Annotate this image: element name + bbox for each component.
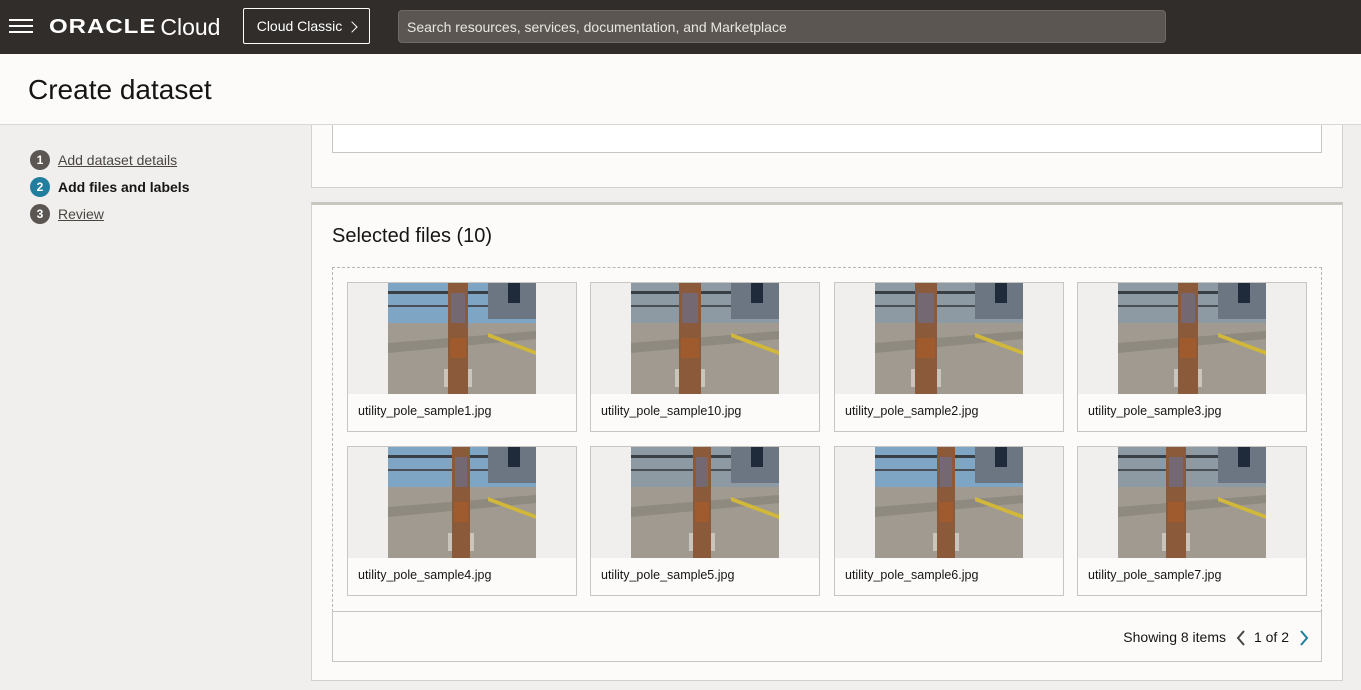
photo-graphic: [875, 283, 1023, 394]
thumbnail-image: [1118, 447, 1266, 558]
logo-cloud-text: Cloud: [160, 13, 221, 40]
page-title: Create dataset: [28, 74, 212, 105]
file-card[interactable]: utility_pole_sample3.jpg: [1077, 282, 1307, 432]
file-name: utility_pole_sample7.jpg: [1088, 568, 1222, 582]
file-card[interactable]: utility_pole_sample4.jpg: [347, 446, 577, 596]
file-card[interactable]: utility_pole_sample10.jpg: [590, 282, 820, 432]
thumbnail-frame: [591, 283, 819, 394]
file-name: utility_pole_sample4.jpg: [358, 568, 492, 582]
file-name: utility_pole_sample3.jpg: [1088, 404, 1222, 418]
thumbnail-frame: [1078, 283, 1306, 394]
step-number: 3: [30, 203, 50, 224]
thumbnail-frame: [348, 447, 576, 558]
hamburger-menu-icon[interactable]: [9, 17, 33, 35]
file-card[interactable]: utility_pole_sample1.jpg: [347, 282, 577, 432]
file-card[interactable]: utility_pole_sample2.jpg: [834, 282, 1064, 432]
items-count: Showing 8 items: [1123, 629, 1226, 645]
cloud-classic-button[interactable]: Cloud Classic: [243, 8, 370, 44]
next-page-icon[interactable]: [1299, 630, 1309, 646]
thumbnail-frame: [591, 447, 819, 558]
file-name: utility_pole_sample5.jpg: [601, 568, 735, 582]
selected-files-title: Selected files (10): [332, 225, 493, 247]
upload-area[interactable]: [332, 125, 1322, 153]
thumbnail-image: [388, 283, 536, 394]
file-grid: utility_pole_sample1.jpg utility_pole_sa…: [332, 267, 1322, 612]
wizard-steps: 1 Add dataset details 2 Add files and la…: [30, 146, 189, 227]
step-add-files-and-labels: 2 Add files and labels: [30, 173, 189, 200]
upload-panel: [311, 125, 1343, 188]
step-add-dataset-details[interactable]: 1 Add dataset details: [30, 146, 189, 173]
oracle-cloud-logo[interactable]: ORACLE Cloud: [49, 13, 220, 41]
thumbnail-frame: [835, 447, 1063, 558]
step-label[interactable]: Review: [58, 206, 104, 222]
step-label[interactable]: Add dataset details: [58, 152, 177, 168]
file-card[interactable]: utility_pole_sample6.jpg: [834, 446, 1064, 596]
thumbnail-frame: [348, 283, 576, 394]
file-card[interactable]: utility_pole_sample5.jpg: [590, 446, 820, 596]
file-name: utility_pole_sample2.jpg: [845, 404, 979, 418]
step-number: 1: [30, 149, 50, 170]
selected-files-panel: Selected files (10) utility_pole_sample1…: [311, 202, 1343, 681]
thumbnail-image: [388, 447, 536, 558]
previous-page-icon[interactable]: [1236, 630, 1246, 646]
thumbnail-image: [1118, 283, 1266, 394]
page-indicator: 1 of 2: [1253, 629, 1289, 645]
thumbnail-image: [631, 283, 779, 394]
chevron-right-icon: [346, 20, 358, 33]
search-placeholder: Search resources, services, documentatio…: [407, 18, 787, 35]
cloud-classic-label: Cloud Classic: [256, 18, 343, 34]
file-card[interactable]: utility_pole_sample7.jpg: [1077, 446, 1307, 596]
photo-graphic: [388, 283, 536, 394]
file-name: utility_pole_sample1.jpg: [358, 404, 492, 418]
logo-oracle-text: ORACLE: [49, 15, 157, 39]
page-header: Create dataset: [0, 54, 1361, 125]
thumbnail-image: [631, 447, 779, 558]
thumbnail-image: [875, 447, 1023, 558]
photo-graphic: [1118, 283, 1266, 394]
photo-graphic: [388, 447, 536, 558]
photo-graphic: [631, 447, 779, 558]
search-input[interactable]: Search resources, services, documentatio…: [398, 10, 1166, 43]
step-number: 2: [30, 176, 50, 197]
photo-graphic: [1118, 447, 1266, 558]
pagination-bar: Showing 8 items 1 of 2: [332, 611, 1322, 662]
thumbnail-image: [875, 283, 1023, 394]
file-name: utility_pole_sample10.jpg: [601, 404, 742, 418]
file-name: utility_pole_sample6.jpg: [845, 568, 979, 582]
step-review[interactable]: 3 Review: [30, 200, 189, 227]
thumbnail-frame: [835, 283, 1063, 394]
thumbnail-frame: [1078, 447, 1306, 558]
top-bar: ORACLE Cloud Cloud Classic Search resour…: [0, 0, 1361, 54]
photo-graphic: [631, 283, 779, 394]
photo-graphic: [875, 447, 1023, 558]
step-label: Add files and labels: [58, 178, 190, 195]
